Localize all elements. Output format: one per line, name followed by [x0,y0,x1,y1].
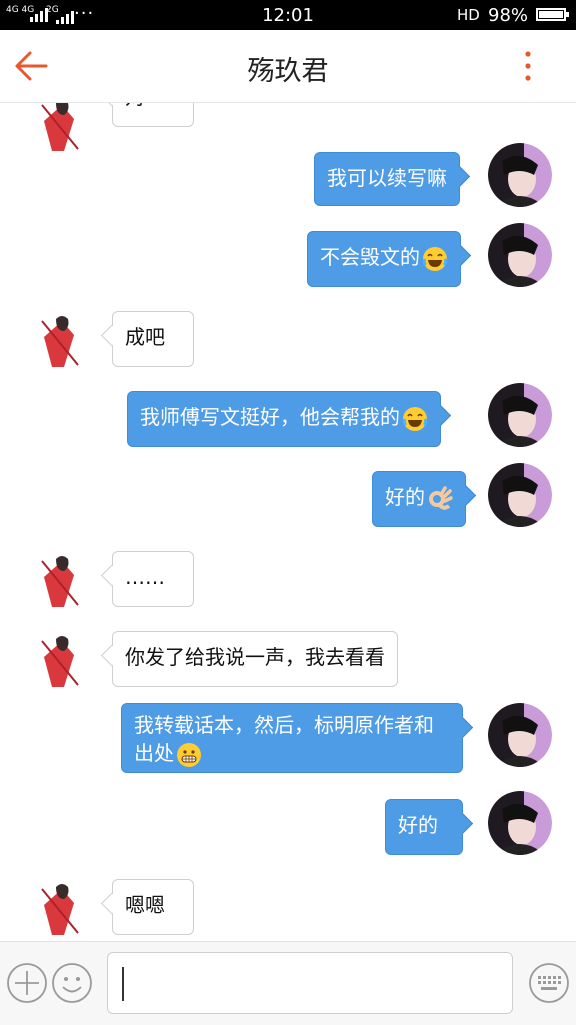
battery-icon [536,8,569,21]
message-text: 不会毁文的 [320,245,420,269]
input-bar [0,941,576,1025]
my-avatar[interactable] [488,383,552,447]
message-bubble-outgoing[interactable]: 不会毁文的 [307,231,461,287]
message-bubble-incoming[interactable]: 嗯嗯 [112,879,194,935]
ok-hand-emoji [429,485,453,510]
message-bubble-outgoing[interactable]: 我师傅写文挺好，他会帮我的 [127,391,441,447]
message-text: 我师傅写文挺好，他会帮我的 [140,405,400,429]
smiley-icon[interactable] [51,962,93,1004]
chat-title: 殇玖君 [247,56,329,87]
message-text: 你发了给我说一声，我去看看 [125,645,385,669]
message-text: 对 [125,103,145,109]
laughing-tears-emoji [422,246,448,271]
more-vertical-icon[interactable] [516,48,540,84]
message-text: 成吧 [125,325,165,349]
message-bubble-incoming[interactable]: …… [112,551,194,607]
grimacing-emoji [177,742,201,767]
contact-avatar[interactable] [34,307,90,369]
battery-percent: 98% [488,5,529,26]
text-caret [122,967,124,1001]
message-text: 好的 [398,813,438,837]
message-text: …… [125,565,165,589]
message-bubble-outgoing[interactable]: 我转载话本，然后，标明原作者和出处 [121,703,463,773]
status-bar: 4G 4G 2G ··· 12:01 HD 98% [0,0,576,30]
contact-avatar[interactable] [34,103,90,153]
chat-header: 殇玖君 [0,30,576,103]
laughing-tears-emoji [402,406,428,431]
contact-avatar[interactable] [34,875,90,937]
message-text: 嗯嗯 [125,893,165,917]
message-bubble-incoming[interactable]: 成吧 [112,311,194,367]
message-list[interactable]: 对 我可以续写嘛 不会毁文的 成吧 我师傅写文挺好，他会帮我的 好的 [0,103,576,941]
contact-avatar[interactable] [34,547,90,609]
message-bubble-incoming[interactable]: 对 [112,103,194,127]
contact-avatar[interactable] [34,627,90,689]
message-input[interactable] [107,952,513,1014]
hd-call-icon: HD [457,6,480,24]
message-bubble-outgoing[interactable]: 好的 [385,799,463,855]
my-avatar[interactable] [488,143,552,207]
plus-circle-icon[interactable] [6,962,48,1004]
my-avatar[interactable] [488,703,552,767]
my-avatar[interactable] [488,791,552,855]
my-avatar[interactable] [488,463,552,527]
message-bubble-outgoing[interactable]: 我可以续写嘛 [314,152,460,206]
keyboard-icon[interactable] [528,962,570,1004]
message-text: 好的 [385,485,425,509]
message-text: 我可以续写嘛 [327,166,447,190]
message-bubble-incoming[interactable]: 你发了给我说一声，我去看看 [112,631,398,687]
message-bubble-outgoing[interactable]: 好的 [372,471,466,527]
my-avatar[interactable] [488,223,552,287]
